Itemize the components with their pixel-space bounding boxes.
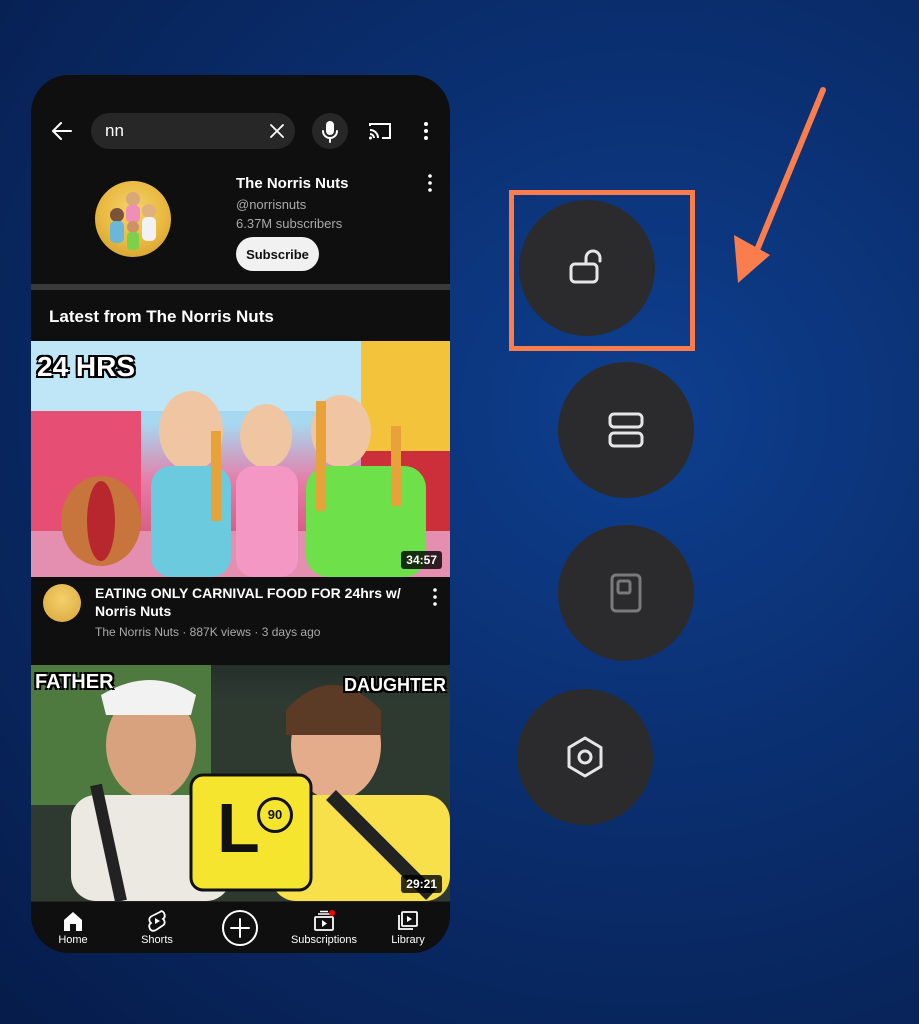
highlight-box [509,190,695,351]
thumbnail-text: FATHER [35,671,114,693]
subscriber-count: 6.37M subscribers [236,216,343,231]
nav-shorts[interactable]: Shorts [117,902,197,953]
home-icon [64,912,82,931]
nav-subscriptions[interactable]: Subscriptions [284,902,364,953]
search-query: nn [105,121,124,140]
video-duration: 29:21 [401,875,442,893]
subscribe-button[interactable]: Subscribe [236,237,319,271]
pop-up-window-icon [610,573,642,613]
search-input[interactable]: nn [91,113,295,149]
split-screen-icon [608,412,644,448]
subscriptions-icon [314,910,335,931]
nav-label: Library [391,934,425,946]
back-icon[interactable] [49,118,75,144]
create-icon [222,910,258,946]
section-divider [31,284,450,290]
nav-create[interactable] [200,902,280,953]
video-thumbnail[interactable]: 24 HRS 34:57 [31,341,450,577]
nav-label: Subscriptions [290,934,358,946]
nav-label: Home [58,934,88,946]
more-icon[interactable] [429,586,441,608]
clear-icon[interactable] [267,121,287,141]
thumbnail-text: DAUGHTER [344,675,446,695]
library-icon [398,911,418,930]
phone-screen: nn The Norris Nuts @norrisnuts 6.37M sub… [31,75,450,953]
arrow-pointer [734,87,826,283]
video-duration: 34:57 [401,551,442,569]
nav-home[interactable]: Home [33,902,113,953]
nav-label: Shorts [141,934,173,946]
video-title[interactable]: EATING ONLY CARNIVAL FOOD FOR 24hrs w/ N… [95,584,415,620]
pop-up-window-button[interactable] [558,525,694,661]
thumbnail-text: 24 HRS [37,351,136,382]
settings-button[interactable] [517,689,653,825]
channel-handle: @norrisnuts [236,197,307,212]
more-icon[interactable] [416,119,436,143]
video-meta: The Norris Nuts · 887K views · 3 days ag… [95,625,321,639]
settings-icon [567,736,603,778]
sign-number: 90 [257,797,293,833]
cast-icon[interactable] [367,119,393,143]
avatar[interactable] [43,584,81,622]
nav-library[interactable]: Library [368,902,448,953]
mic-icon [322,121,338,143]
shorts-icon [148,910,166,932]
video-thumbnail[interactable]: FATHER DAUGHTER L 90 29:21 [31,665,450,901]
channel-avatar[interactable] [95,181,171,257]
more-icon[interactable] [424,172,436,194]
voice-search-button[interactable] [312,113,348,149]
sign-letter: L [217,789,260,867]
channel-name[interactable]: The Norris Nuts [236,175,349,192]
bottom-nav: Home Shorts Subscriptions Library [31,901,450,953]
top-bar: nn [31,75,450,183]
channel-avatar-art [110,192,156,250]
section-title: Latest from The Norris Nuts [49,307,274,326]
split-screen-button[interactable] [558,362,694,498]
